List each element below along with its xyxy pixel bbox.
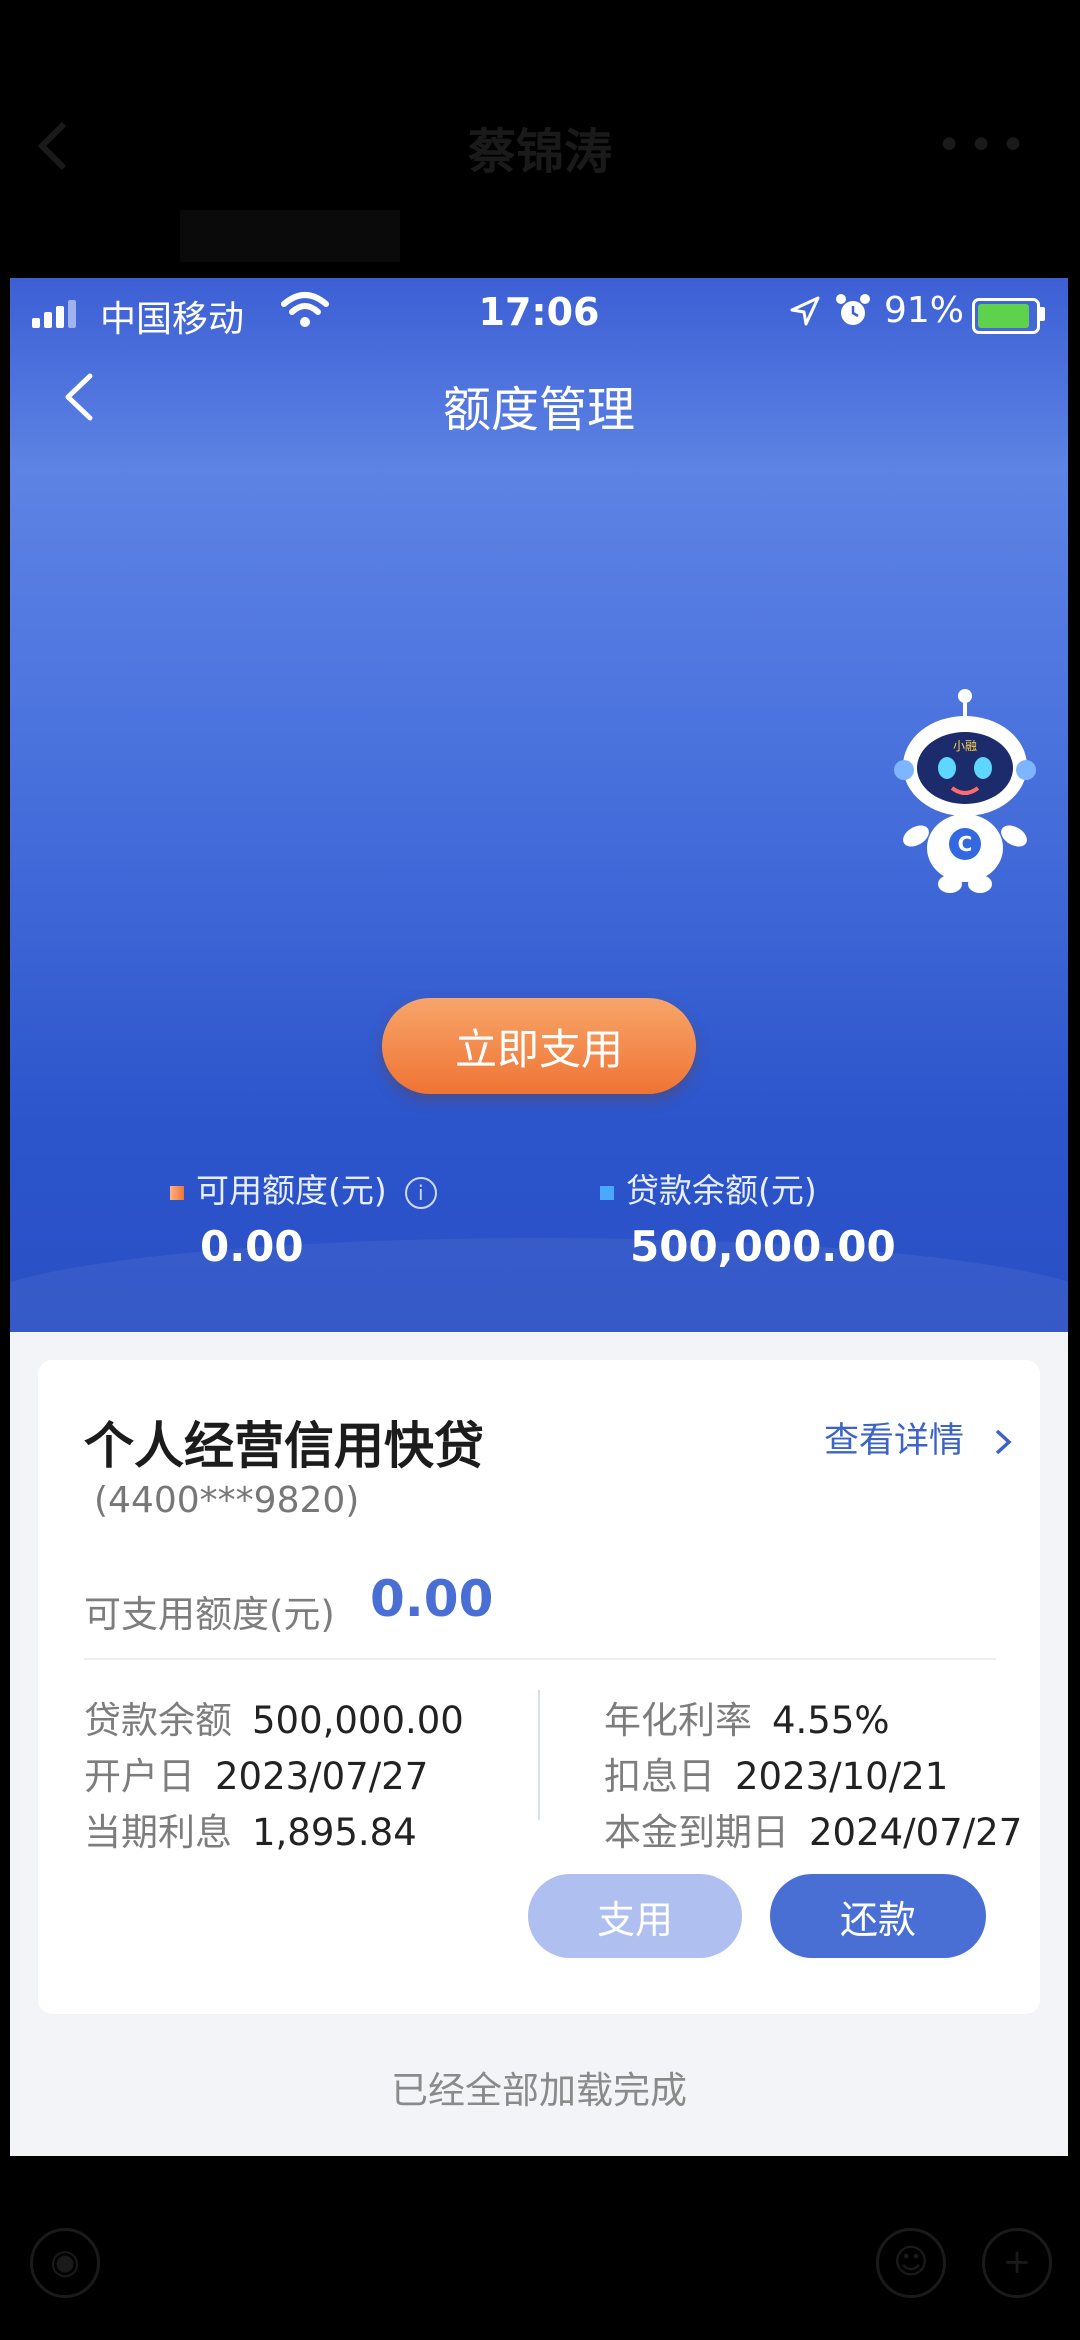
repay-button[interactable]: 还款 [770,1874,986,1958]
balance-value: 500,000.00 [630,1222,896,1271]
field-open-date: 开户日 2023/07/27 [84,1755,429,1798]
robot-mascot-icon[interactable]: 小融 C [890,688,1040,898]
available-value: 0.00 [200,1222,304,1271]
column-divider [538,1690,540,1820]
chat-title: 蔡锦涛 [467,124,612,180]
hero-banner: 中国移动 17:06 91% 额度管理 小融 C 立即支用 可用额度(元) i … [10,278,1068,1378]
info-icon[interactable]: i [404,1176,437,1209]
chevron-right-icon [995,1429,1012,1455]
status-bar: 中国移动 17:06 91% [10,278,1068,348]
alarm-icon [836,294,870,325]
loaded-complete-text: 已经全部加载完成 [391,2069,687,2112]
battery-icon [972,298,1040,334]
field-maturity-date: 本金到期日 2024/07/27 [604,1811,1023,1854]
field-interest: 当期利息 1,895.84 [84,1811,417,1854]
view-detail-link[interactable]: 查看详情 [824,1412,1017,1463]
orange-square-icon [170,1185,184,1200]
field-debit-date: 扣息日 2023/10/21 [604,1755,949,1798]
voice-icon[interactable]: ◉ [30,2228,100,2298]
divider [84,1658,996,1660]
balance-label: 贷款余额(元) [600,1164,817,1212]
page-title: 额度管理 [442,382,635,438]
avail-label: 可支用额度(元) [84,1593,335,1636]
location-icon [790,296,820,326]
emoji-icon[interactable]: ☺ [876,2228,946,2298]
phone-screen: 中国移动 17:06 91% 额度管理 小融 C 立即支用 可用额度(元) i … [10,278,1068,2156]
hero-wave [10,1238,1068,1378]
blue-square-icon [600,1185,614,1200]
more-icon[interactable]: ••• [936,120,1032,171]
field-loan-balance: 贷款余额 500,000.00 [84,1699,464,1742]
battery-percent: 91% [884,290,965,331]
use-now-button[interactable]: 立即支用 [382,998,696,1094]
use-button[interactable]: 支用 [528,1874,742,1958]
plus-icon[interactable]: + [982,2228,1052,2298]
robot-badge: 小融 [953,739,977,753]
svg-text:C: C [958,832,973,856]
loan-account: (4400***9820) [94,1480,360,1521]
outer-header: 蔡锦涛 ••• [0,0,1080,280]
loan-name: 个人经营信用快贷 [84,1417,484,1475]
available-label: 可用额度(元) i [170,1164,437,1212]
avail-value: 0.00 [370,1570,494,1628]
field-rate: 年化利率 4.55% [604,1699,890,1742]
redacted-area [180,210,400,262]
